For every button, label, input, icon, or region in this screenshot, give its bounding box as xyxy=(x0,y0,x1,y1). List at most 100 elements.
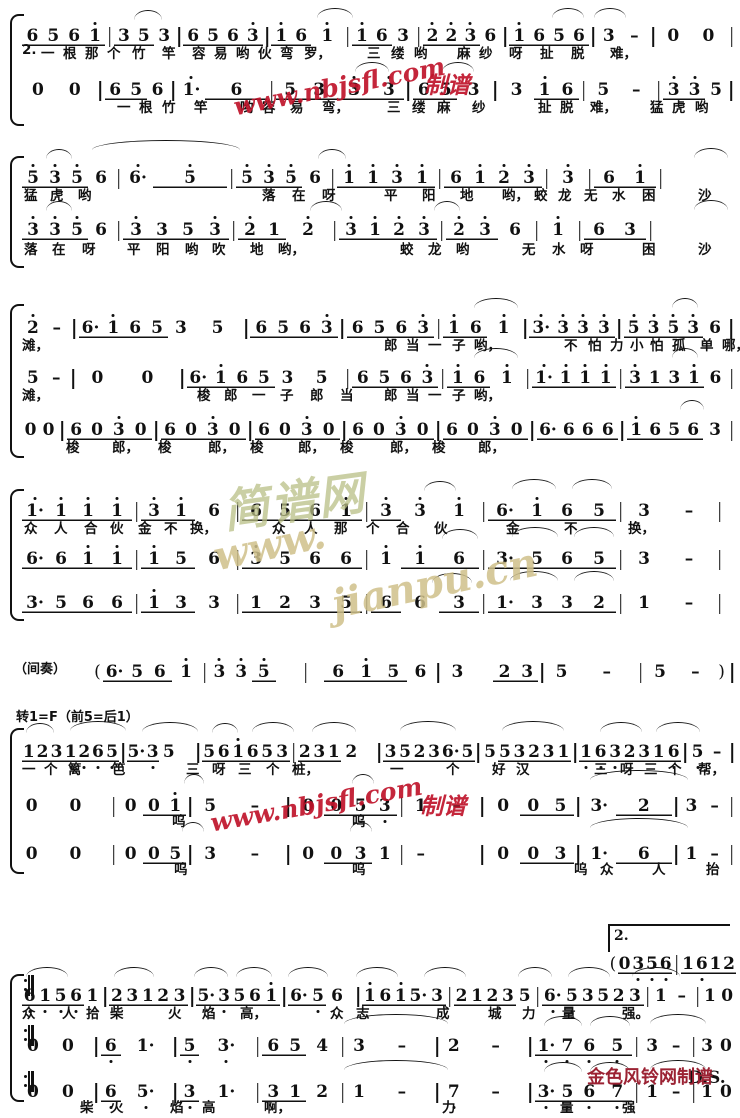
system-4: 1· 1 1 1 | 3 1 6 | 6 5 6 1 | 3 3 1 | 6· … xyxy=(0,479,740,627)
lyric-line-2: 滩， 梭郎一 子郎当 郎当一 子哟， xyxy=(22,388,501,404)
ending-2-notes: ( 0 3 5 6 | 1 6 1 2 xyxy=(0,940,740,974)
note: 5 xyxy=(555,662,568,682)
note: 3 xyxy=(552,594,582,613)
lyric-line-1: 猛虎哟 落在呀 平阳地 哟，蛟龙 无水困 沙 xyxy=(24,188,712,204)
slur xyxy=(318,149,346,159)
note: – xyxy=(671,1036,681,1056)
note-sequence: ( 6· 5 6 1 | 3 3 5 | 6 1 5 6 | 3 2 3 | 5… xyxy=(92,652,736,682)
barline: | xyxy=(132,551,141,569)
note: 4 xyxy=(316,1036,329,1056)
note: 6 xyxy=(576,1037,602,1056)
note: 5 xyxy=(270,550,300,569)
barline: | xyxy=(362,551,371,569)
interlude-label: （间奏） xyxy=(14,662,67,677)
note: 1 xyxy=(102,550,132,569)
barline: | xyxy=(233,551,242,569)
note: 3 xyxy=(208,593,220,613)
lyric-line-2: 落在呀 平阳哟 吹地哟， 蛟龙哟 无水呀 困沙 xyxy=(24,242,712,258)
barline: | xyxy=(616,551,625,569)
slur xyxy=(288,967,328,977)
note: 5 xyxy=(522,550,552,569)
barline: | xyxy=(728,664,736,682)
barline: | xyxy=(338,1038,347,1056)
slur xyxy=(252,722,294,732)
note: 6 xyxy=(324,663,353,682)
slur xyxy=(512,479,556,489)
slur xyxy=(424,967,466,977)
note: 5 xyxy=(284,1037,306,1056)
barline: | xyxy=(362,595,371,613)
system-7: 6 1 5 6 1 | 2 3 1 2 3 | 5· 3 5 6 1 | 6· … xyxy=(0,967,740,1116)
barline: | xyxy=(171,1038,180,1056)
barline: | xyxy=(302,664,310,682)
slur xyxy=(114,967,154,977)
note: 3· xyxy=(488,550,522,569)
note: 3· xyxy=(22,594,48,613)
note: 5 xyxy=(582,550,616,569)
note: 5 xyxy=(602,1037,632,1056)
note: 3 xyxy=(167,594,195,613)
slur xyxy=(544,1062,582,1072)
voice-row-alto: 3 3 5 6 | 3 3 5 3 | 2 1 2 | 3 1 2 3 | 2 … xyxy=(22,200,736,240)
note: 1 xyxy=(172,663,201,682)
note: 6 xyxy=(74,594,102,613)
voice-row-bass: 3· 5 6 6 | 1 3 3 | 1 2 3 5 | 6 6 3 | 1· … xyxy=(22,571,736,613)
note: – xyxy=(684,549,694,569)
note: 3 xyxy=(209,663,231,682)
slur xyxy=(344,1060,448,1070)
slur xyxy=(92,140,240,150)
slur xyxy=(46,149,72,159)
note: 5 xyxy=(126,663,148,682)
slur xyxy=(424,481,456,491)
slur xyxy=(236,967,272,977)
note: 6 xyxy=(101,1037,121,1056)
note: 6 xyxy=(300,550,330,569)
note: 6 xyxy=(414,662,427,682)
voice-row-alto: 6· 6 1 1 | 1 5 6 | 3 5 6 6 | 1 1 6 | 3· … xyxy=(22,527,736,569)
note: 5 xyxy=(48,594,74,613)
slur xyxy=(518,967,552,977)
barline: | xyxy=(200,664,208,682)
note: 3· xyxy=(199,1037,253,1056)
barline: | xyxy=(715,551,724,569)
slur xyxy=(600,722,642,732)
note: 3 xyxy=(353,1036,365,1056)
note: 6 xyxy=(102,594,132,613)
note-sequence: 3· 5 6 6 | 1 3 3 | 1 2 3 5 | 6 6 3 | 1· … xyxy=(22,583,736,613)
note: 1 xyxy=(638,593,650,613)
slur xyxy=(510,571,558,581)
slur xyxy=(502,721,564,731)
note: 3 xyxy=(646,1036,659,1056)
barline: | xyxy=(253,1038,262,1056)
note: 0 xyxy=(720,1036,732,1056)
lyric-line-3: 呜呜 呜众 人抬 xyxy=(174,862,720,878)
note: 1 xyxy=(141,550,167,569)
note: 6 xyxy=(148,663,172,682)
voice-row-interlude: ( 6· 5 6 1 | 3 3 5 | 6 1 5 6 | 3 2 3 | 5… xyxy=(92,652,736,682)
barline: | xyxy=(637,664,645,682)
slur xyxy=(194,967,228,977)
note: 5 xyxy=(654,662,666,682)
lyric-line-1: 滩， 郎当一 子哟， 不怕力 小怕孤 单哪， xyxy=(22,338,740,354)
note: – xyxy=(602,662,611,682)
note: 2 xyxy=(270,594,300,613)
note: 6 xyxy=(48,550,74,569)
note-sequence: 6· 6 1 1 | 1 5 6 | 3 5 6 6 | 1 1 6 | 3· … xyxy=(22,539,736,569)
note: 6· xyxy=(103,663,127,682)
note-sequence: 3 3 5 6 | 3 3 5 3 | 2 1 2 | 3 1 2 3 | 2 … xyxy=(22,210,736,240)
note: 0 xyxy=(61,1036,74,1056)
note: 1· xyxy=(488,594,522,613)
slur xyxy=(312,722,356,732)
key-change-label: 转1=F（前5=后1） xyxy=(16,710,139,725)
lyric-line-3: 梭郎， 梭郎， 梭郎， 梭郎， 梭郎， xyxy=(66,440,505,456)
note: 3 xyxy=(522,594,552,613)
note: 3 xyxy=(439,594,479,613)
score-sheet: 6 5 6 1 | 3 5 3 | 6 5 6 3 | 1 6 1 | 1 6 … xyxy=(0,0,740,1116)
ds-marking: D.S. xyxy=(688,1068,726,1088)
slur xyxy=(568,967,610,977)
slur xyxy=(590,1062,630,1072)
note: 6 xyxy=(414,593,426,613)
lyric-line-1: 2. 一根 那个竹 竿容易 哟伙弯 罗，三缕 哟麻纱 呀扯脱 难， xyxy=(22,42,637,62)
note: 7 xyxy=(558,1037,576,1056)
note: 3 xyxy=(300,594,330,613)
